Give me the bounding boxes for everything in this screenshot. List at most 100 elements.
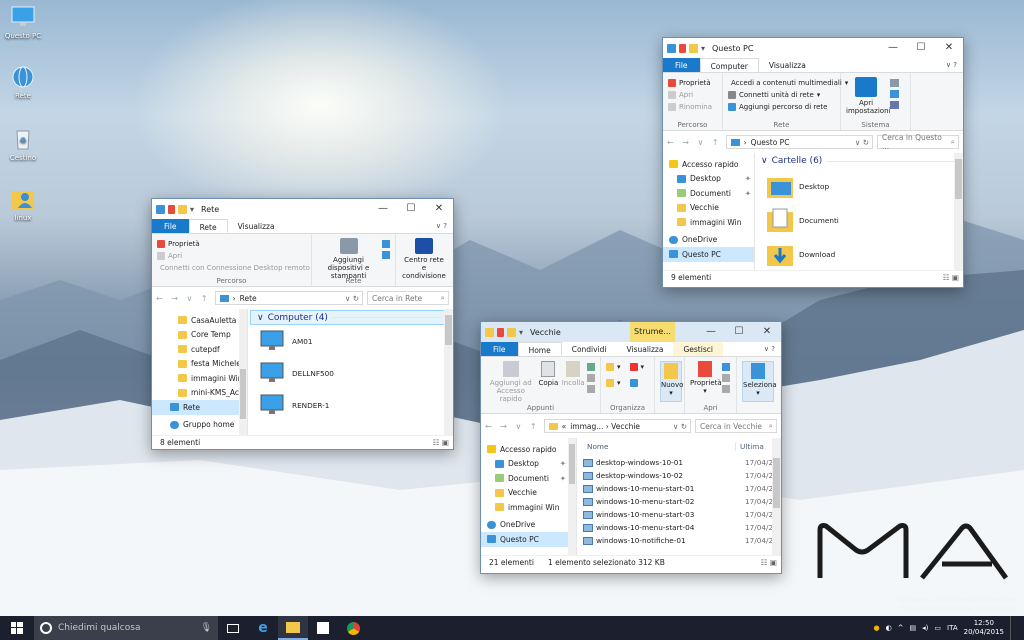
address-box[interactable]: › Questo PC ∨ ↻: [725, 135, 873, 149]
group-header-computer[interactable]: ∨ Computer (4): [250, 310, 451, 325]
proprieta-button[interactable]: Proprietà ▾: [690, 361, 722, 401]
microphone-icon[interactable]: 🎙: [201, 623, 218, 633]
folder-item[interactable]: Download: [755, 237, 963, 270]
tab-condividi[interactable]: Condividi: [562, 342, 617, 356]
address-box[interactable]: › Rete ∨ ↻: [214, 291, 363, 305]
tab-computer[interactable]: Computer: [699, 58, 759, 72]
aggiungi-percorso-button[interactable]: Aggiungi percorso di rete: [728, 101, 835, 113]
nav-item-mini-kms[interactable]: mini-KMS_Act: [152, 386, 247, 401]
view-toggle-icons[interactable]: ☷ ▣: [433, 438, 453, 447]
uninstall-icon[interactable]: [890, 79, 899, 87]
nav-scrollbar[interactable]: [239, 309, 247, 435]
file-row[interactable]: windows-10-menu-start-03 17/04/2: [577, 508, 781, 521]
view-toggle-icons[interactable]: ☷ ▣: [761, 558, 781, 567]
connetti-unita-button[interactable]: Connetti unità di rete ▾: [728, 89, 835, 101]
nav-item-gruppo-home[interactable]: Gruppo home: [152, 418, 247, 433]
group-header-cartelle[interactable]: ∨ Cartelle (6): [755, 153, 963, 169]
centro-rete-button[interactable]: Centro rete e condivisione: [401, 238, 447, 280]
maximize-button[interactable]: ☐: [725, 322, 753, 342]
tab-visualizza[interactable]: Visualizza: [617, 342, 674, 356]
history-icon[interactable]: [722, 385, 730, 393]
close-button[interactable]: ✕: [425, 199, 453, 219]
nav-item-casaauletta[interactable]: CasaAuletta: [152, 313, 247, 328]
taskbar-store-button[interactable]: [308, 616, 338, 640]
nav-item-documenti[interactable]: Documenti ✦: [663, 186, 754, 201]
dropdown-icon[interactable]: ▾: [519, 328, 524, 337]
refresh-icon[interactable]: ∨ ↻: [673, 422, 690, 431]
view-toggle-icons[interactable]: ☷ ▣: [943, 273, 963, 282]
column-header-ultima[interactable]: Ultima: [735, 441, 764, 451]
minimize-button[interactable]: —: [697, 322, 725, 342]
taskbar-chrome-button[interactable]: [338, 616, 368, 640]
title-bar[interactable]: ▾ Vecchie Strume... — ☐ ✕: [481, 322, 781, 342]
vertical-scrollbar[interactable]: [444, 309, 453, 435]
apri-button[interactable]: Apri: [157, 250, 306, 262]
paste-shortcut-icon[interactable]: [587, 385, 595, 393]
nav-item-vecchie[interactable]: Vecchie: [663, 201, 754, 216]
nuovo-button[interactable]: Nuovo ▾: [660, 361, 683, 402]
tab-file[interactable]: File: [481, 342, 518, 356]
file-row[interactable]: desktop-windows-10-02 17/04/2: [577, 469, 781, 482]
nav-item-accesso-rapido[interactable]: Accesso rapido: [663, 157, 754, 172]
nav-item-accesso-rapido[interactable]: Accesso rapido: [481, 442, 576, 457]
copia-button[interactable]: Copia: [537, 361, 559, 401]
minimize-button[interactable]: —: [879, 38, 907, 58]
title-bar[interactable]: ▾ Questo PC — ☐ ✕: [663, 38, 963, 58]
seleziona-button[interactable]: Seleziona ▾: [742, 361, 777, 402]
vertical-scrollbar[interactable]: [954, 153, 963, 270]
dropdown-icon[interactable]: ▾: [190, 205, 195, 214]
system-properties-icon[interactable]: [890, 90, 899, 98]
tab-file[interactable]: File: [663, 58, 700, 72]
keyboard-language[interactable]: ITA: [947, 624, 958, 632]
accedi-contenuti-button[interactable]: Accedi a contenuti multimediali ▾: [728, 77, 848, 89]
file-row[interactable]: windows-10-menu-start-02 17/04/2: [577, 495, 781, 508]
nav-item-immagini-win[interactable]: immagini Win: [663, 215, 754, 230]
manage-icon[interactable]: [890, 101, 899, 109]
properties-icon[interactable]: [168, 204, 175, 214]
properties-icon[interactable]: [497, 327, 504, 337]
aggiungi-accesso-rapido-button[interactable]: Aggiungi ad Accesso rapido: [486, 361, 535, 403]
tray-app-icon[interactable]: ●: [873, 624, 879, 632]
nav-item-vecchie[interactable]: Vecchie: [481, 486, 576, 501]
nav-item-cutepdf[interactable]: cutepdf: [152, 342, 247, 357]
desktop-icon-cestino[interactable]: ♻ Cestino: [0, 128, 46, 162]
ribbon-collapse-icon[interactable]: ∨ ?: [940, 58, 963, 72]
folder-item[interactable]: Desktop: [755, 169, 963, 203]
vertical-scrollbar[interactable]: [772, 438, 781, 555]
computer-item[interactable]: AM01: [248, 325, 453, 357]
desktop-icon-rete[interactable]: Rete: [0, 66, 46, 100]
taskbar-edge-button[interactable]: e: [248, 616, 278, 640]
nav-item-immagini-win[interactable]: immagini Win: [481, 500, 576, 515]
nav-item-desktop[interactable]: Desktop ✦: [663, 172, 754, 187]
nav-buttons[interactable]: ← → ∨ ↑: [667, 138, 722, 147]
tab-gestisci[interactable]: Gestisci: [673, 342, 723, 356]
nav-item-onedrive[interactable]: OneDrive: [663, 233, 754, 248]
desktop-icon-linux[interactable]: linux: [0, 188, 46, 222]
dropdown-icon[interactable]: ▾: [701, 44, 706, 53]
folder-item[interactable]: Documenti: [755, 203, 963, 237]
title-bar[interactable]: ▾ Rete — ☐ ✕: [152, 199, 453, 219]
tab-visualizza[interactable]: Visualizza: [759, 58, 816, 72]
taskbar-explorer-button[interactable]: [278, 616, 308, 640]
copy-path-icon[interactable]: [587, 374, 595, 382]
network-small-icon[interactable]: [382, 251, 390, 259]
file-row[interactable]: desktop-windows-10-01 17/04/2: [577, 456, 781, 469]
apri-button[interactable]: Apri: [668, 89, 717, 101]
nav-scrollbar[interactable]: [568, 438, 576, 555]
ribbon-collapse-icon[interactable]: ∨ ?: [430, 219, 453, 233]
nav-item-immagini-win[interactable]: immagini Win: [152, 371, 247, 386]
aggiungi-dispositivi-button[interactable]: Aggiungi dispositivi e stampanti: [317, 238, 380, 280]
move-to-button[interactable]: ▾ ▾: [606, 361, 649, 373]
nav-item-documenti[interactable]: Documenti ✦: [481, 471, 576, 486]
open-icon[interactable]: [722, 363, 730, 371]
search-input[interactable]: Cerca in Vecchie ⌕: [695, 419, 777, 433]
new-folder-icon[interactable]: [507, 327, 516, 337]
tray-app-icon[interactable]: ◐: [886, 624, 892, 632]
nav-item-onedrive[interactable]: OneDrive: [481, 518, 576, 533]
tab-home[interactable]: Home: [517, 342, 562, 356]
search-input[interactable]: Cerca in Questo ... ⌕: [877, 133, 959, 151]
address-box[interactable]: « immag... › Vecchie ∨ ↻: [543, 419, 691, 433]
new-folder-icon[interactable]: [178, 204, 187, 214]
file-row[interactable]: windows-10-menu-start-04 17/04/2: [577, 521, 781, 534]
show-hidden-icons[interactable]: ^: [898, 624, 904, 632]
